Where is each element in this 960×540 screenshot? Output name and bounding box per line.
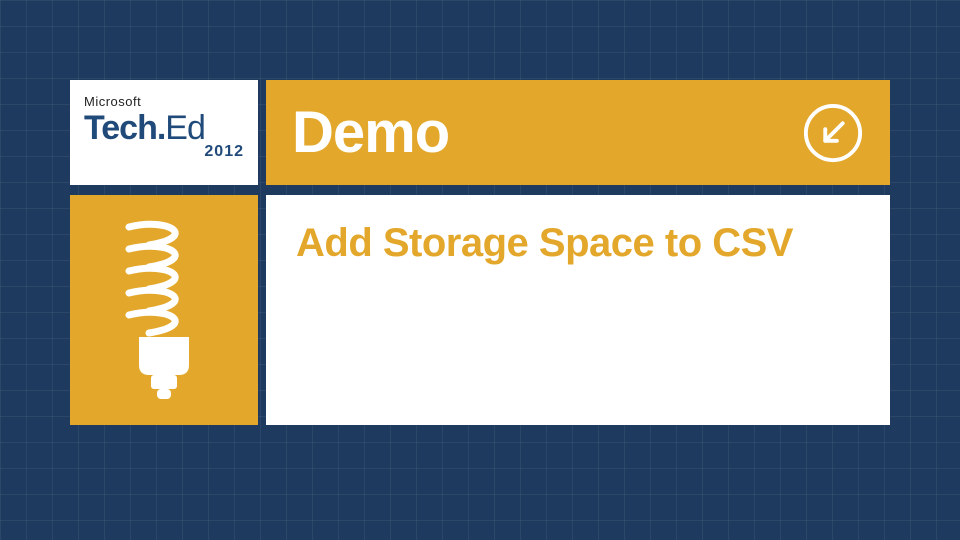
header-label: Demo bbox=[292, 99, 449, 166]
header-tile: Demo bbox=[266, 80, 890, 185]
content-tile: Add Storage Space to CSV bbox=[266, 195, 890, 425]
brand-product-a: Tech. bbox=[84, 109, 165, 147]
lightbulb-tile bbox=[70, 195, 258, 425]
content-title: Add Storage Space to CSV bbox=[296, 221, 860, 266]
circle-arrow-down-left-icon bbox=[802, 102, 864, 164]
brand-product: Tech.Ed bbox=[84, 111, 244, 145]
brand-product-b: Ed bbox=[165, 109, 205, 147]
brand-logo-tile: Microsoft Tech.Ed 2012 bbox=[70, 80, 258, 185]
cfl-lightbulb-icon bbox=[109, 215, 219, 405]
brand-company: Microsoft bbox=[84, 94, 244, 109]
